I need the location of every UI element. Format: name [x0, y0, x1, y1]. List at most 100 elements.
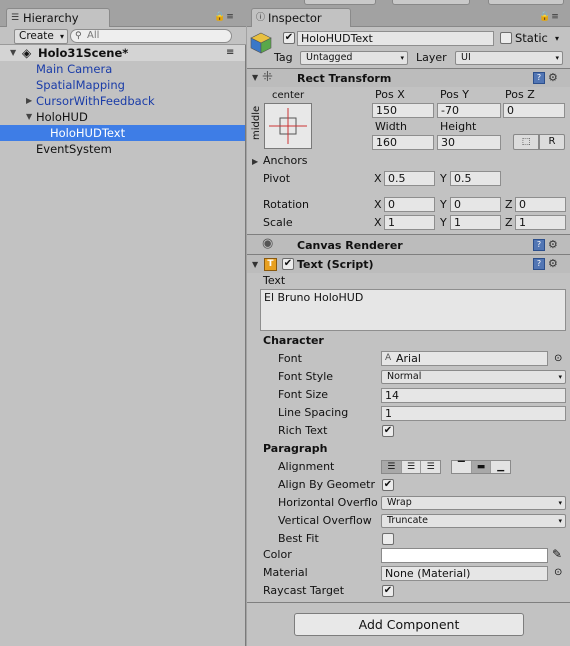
help-icon[interactable]: ? [533, 258, 545, 270]
align-bottom-icon[interactable]: ▁ [491, 461, 510, 473]
hierarchy-item-cursor-with-feedback[interactable]: ▶ CursorWithFeedback [0, 93, 245, 109]
anchors-fold-icon[interactable]: ▶ [252, 157, 258, 166]
align-left-icon[interactable]: ☰ [382, 461, 402, 473]
rotation-z-field[interactable]: 0 [515, 197, 566, 212]
rect-transform-title: Rect Transform [297, 72, 392, 85]
hierarchy-item-label: HoloHUD [36, 110, 88, 124]
gear-icon[interactable]: ⚙ [548, 71, 558, 85]
align-by-geometry-checkbox[interactable]: ✔ [382, 479, 394, 491]
canvas-renderer-icon: ◉ [262, 236, 274, 251]
component-tools[interactable]: ? ⚙ [533, 238, 558, 253]
align-right-icon[interactable]: ☰ [421, 461, 440, 473]
gear-icon[interactable]: ⚙ [548, 257, 558, 271]
help-icon[interactable]: ? [533, 239, 545, 251]
horizontal-overflow-label: Horizontal Overflo [278, 496, 378, 509]
collapsed-arrow-icon[interactable]: ▶ [26, 93, 32, 109]
scale-y-field[interactable]: 1 [450, 215, 501, 230]
pivot-y-field[interactable]: 0.5 [450, 171, 501, 186]
text-script-header[interactable] [247, 255, 570, 273]
font-size-field[interactable]: 14 [381, 388, 566, 403]
raycast-target-checkbox[interactable]: ✔ [382, 585, 394, 597]
inspector-tab[interactable]: ⓘ Inspector [251, 8, 351, 27]
pivot-label: Pivot [263, 172, 291, 185]
tag-dropdown[interactable]: Untagged ▾ [300, 51, 408, 65]
gear-icon[interactable]: ⚙ [548, 238, 558, 252]
font-style-label: Font Style [278, 370, 334, 383]
anchor-presets-button[interactable] [264, 103, 312, 149]
pos-z-field[interactable]: 0 [503, 103, 565, 118]
raw-edit-button[interactable]: R [539, 134, 565, 150]
static-checkbox[interactable] [500, 32, 512, 44]
hierarchy-item-holohudtext[interactable]: HoloHUDText [0, 125, 245, 141]
pos-x-field[interactable]: 150 [372, 103, 434, 118]
eyedropper-icon[interactable]: ✎ [552, 547, 562, 561]
scene-name: Holo31Scene* [38, 46, 129, 60]
expand-arrow-icon[interactable]: ▼ [26, 109, 32, 125]
component-tools[interactable]: ? ⚙ [533, 257, 558, 272]
layer-dropdown[interactable]: UI ▾ [455, 51, 563, 65]
canvas-renderer-header[interactable] [247, 235, 570, 254]
hierarchy-item-event-system[interactable]: EventSystem [0, 141, 245, 157]
fold-arrow-icon[interactable]: ▼ [252, 73, 258, 82]
font-style-dropdown[interactable]: Normal ▾ [381, 370, 566, 384]
component-tools[interactable]: ? ⚙ [533, 71, 558, 86]
object-picker-icon[interactable]: ⊙ [554, 566, 562, 580]
hierarchy-tab-tools[interactable]: 🔒≡ [214, 12, 235, 22]
panel-menu-icon[interactable]: ≡ [551, 12, 560, 22]
rotation-y-field[interactable]: 0 [450, 197, 501, 212]
scene-row[interactable]: ▼ ◈ Holo31Scene* ≡ [0, 45, 245, 61]
scene-menu-icon[interactable]: ≡ [226, 45, 234, 61]
create-button[interactable]: Create ▾ [14, 29, 68, 44]
panel-menu-icon[interactable]: ≡ [226, 12, 235, 22]
hierarchy-item-holohud[interactable]: ▼ HoloHUD [0, 109, 245, 125]
help-icon[interactable]: ? [533, 72, 545, 84]
width-field[interactable]: 160 [372, 135, 434, 150]
hierarchy-item-spatial-mapping[interactable]: SpatialMapping [0, 77, 245, 93]
hierarchy-tab[interactable]: ☰ Hierarchy [6, 8, 110, 27]
expand-arrow-icon[interactable]: ▼ [10, 45, 16, 61]
rect-transform-header[interactable] [247, 69, 570, 87]
horizontal-alignment-group[interactable]: ☰ ☰ ☰ [381, 460, 441, 474]
width-label: Width [375, 120, 407, 133]
material-field[interactable]: None (Material) [381, 566, 548, 581]
vertical-alignment-group[interactable]: ▔ ▬ ▁ [451, 460, 511, 474]
active-checkbox[interactable]: ✔ [283, 32, 295, 44]
text-value-area[interactable]: El Bruno HoloHUD [260, 289, 566, 331]
inspector-tab-label: Inspector [268, 11, 322, 25]
object-name-field[interactable]: HoloHUDText [297, 31, 494, 46]
gameobject-cube-icon [250, 32, 272, 54]
horizontal-overflow-dropdown[interactable]: Wrap ▾ [381, 496, 566, 510]
height-field[interactable]: 30 [437, 135, 501, 150]
paragraph-header: Paragraph [263, 442, 328, 455]
object-picker-icon[interactable]: ⊙ [554, 352, 562, 366]
add-component-button[interactable]: Add Component [294, 613, 524, 636]
font-field[interactable]: A Arial [381, 351, 548, 366]
lock-icon[interactable]: 🔒 [539, 12, 551, 22]
scale-z-field[interactable]: 1 [515, 215, 566, 230]
font-asset-icon: A [385, 353, 392, 363]
best-fit-checkbox[interactable] [382, 533, 394, 545]
canvas-renderer-title: Canvas Renderer [297, 239, 403, 252]
align-top-icon[interactable]: ▔ [452, 461, 472, 473]
rotation-x-field[interactable]: 0 [384, 197, 435, 212]
blueprint-mode-button[interactable]: ⬚ [513, 134, 539, 150]
toolbar-button-stub[interactable] [304, 0, 376, 5]
rich-text-checkbox[interactable]: ✔ [382, 425, 394, 437]
inspector-tab-tools[interactable]: 🔒≡ [539, 12, 560, 22]
toolbar-button-stub[interactable] [392, 0, 470, 5]
align-center-icon[interactable]: ☰ [402, 461, 422, 473]
hierarchy-item-main-camera[interactable]: Main Camera [0, 61, 245, 77]
static-dropdown-icon[interactable]: ▾ [555, 32, 559, 46]
align-middle-icon[interactable]: ▬ [471, 461, 492, 473]
text-enabled-checkbox[interactable]: ✔ [282, 258, 294, 270]
lock-icon[interactable]: 🔒 [214, 12, 226, 22]
color-field[interactable] [381, 548, 548, 563]
line-spacing-field[interactable]: 1 [381, 406, 566, 421]
hierarchy-search-input[interactable]: ⚲ All [70, 29, 232, 43]
toolbar-button-stub[interactable] [488, 0, 564, 5]
scale-x-field[interactable]: 1 [384, 215, 435, 230]
pivot-x-field[interactable]: 0.5 [384, 171, 435, 186]
fold-arrow-icon[interactable]: ▼ [252, 260, 258, 269]
pos-y-field[interactable]: -70 [437, 103, 501, 118]
vertical-overflow-dropdown[interactable]: Truncate ▾ [381, 514, 566, 528]
